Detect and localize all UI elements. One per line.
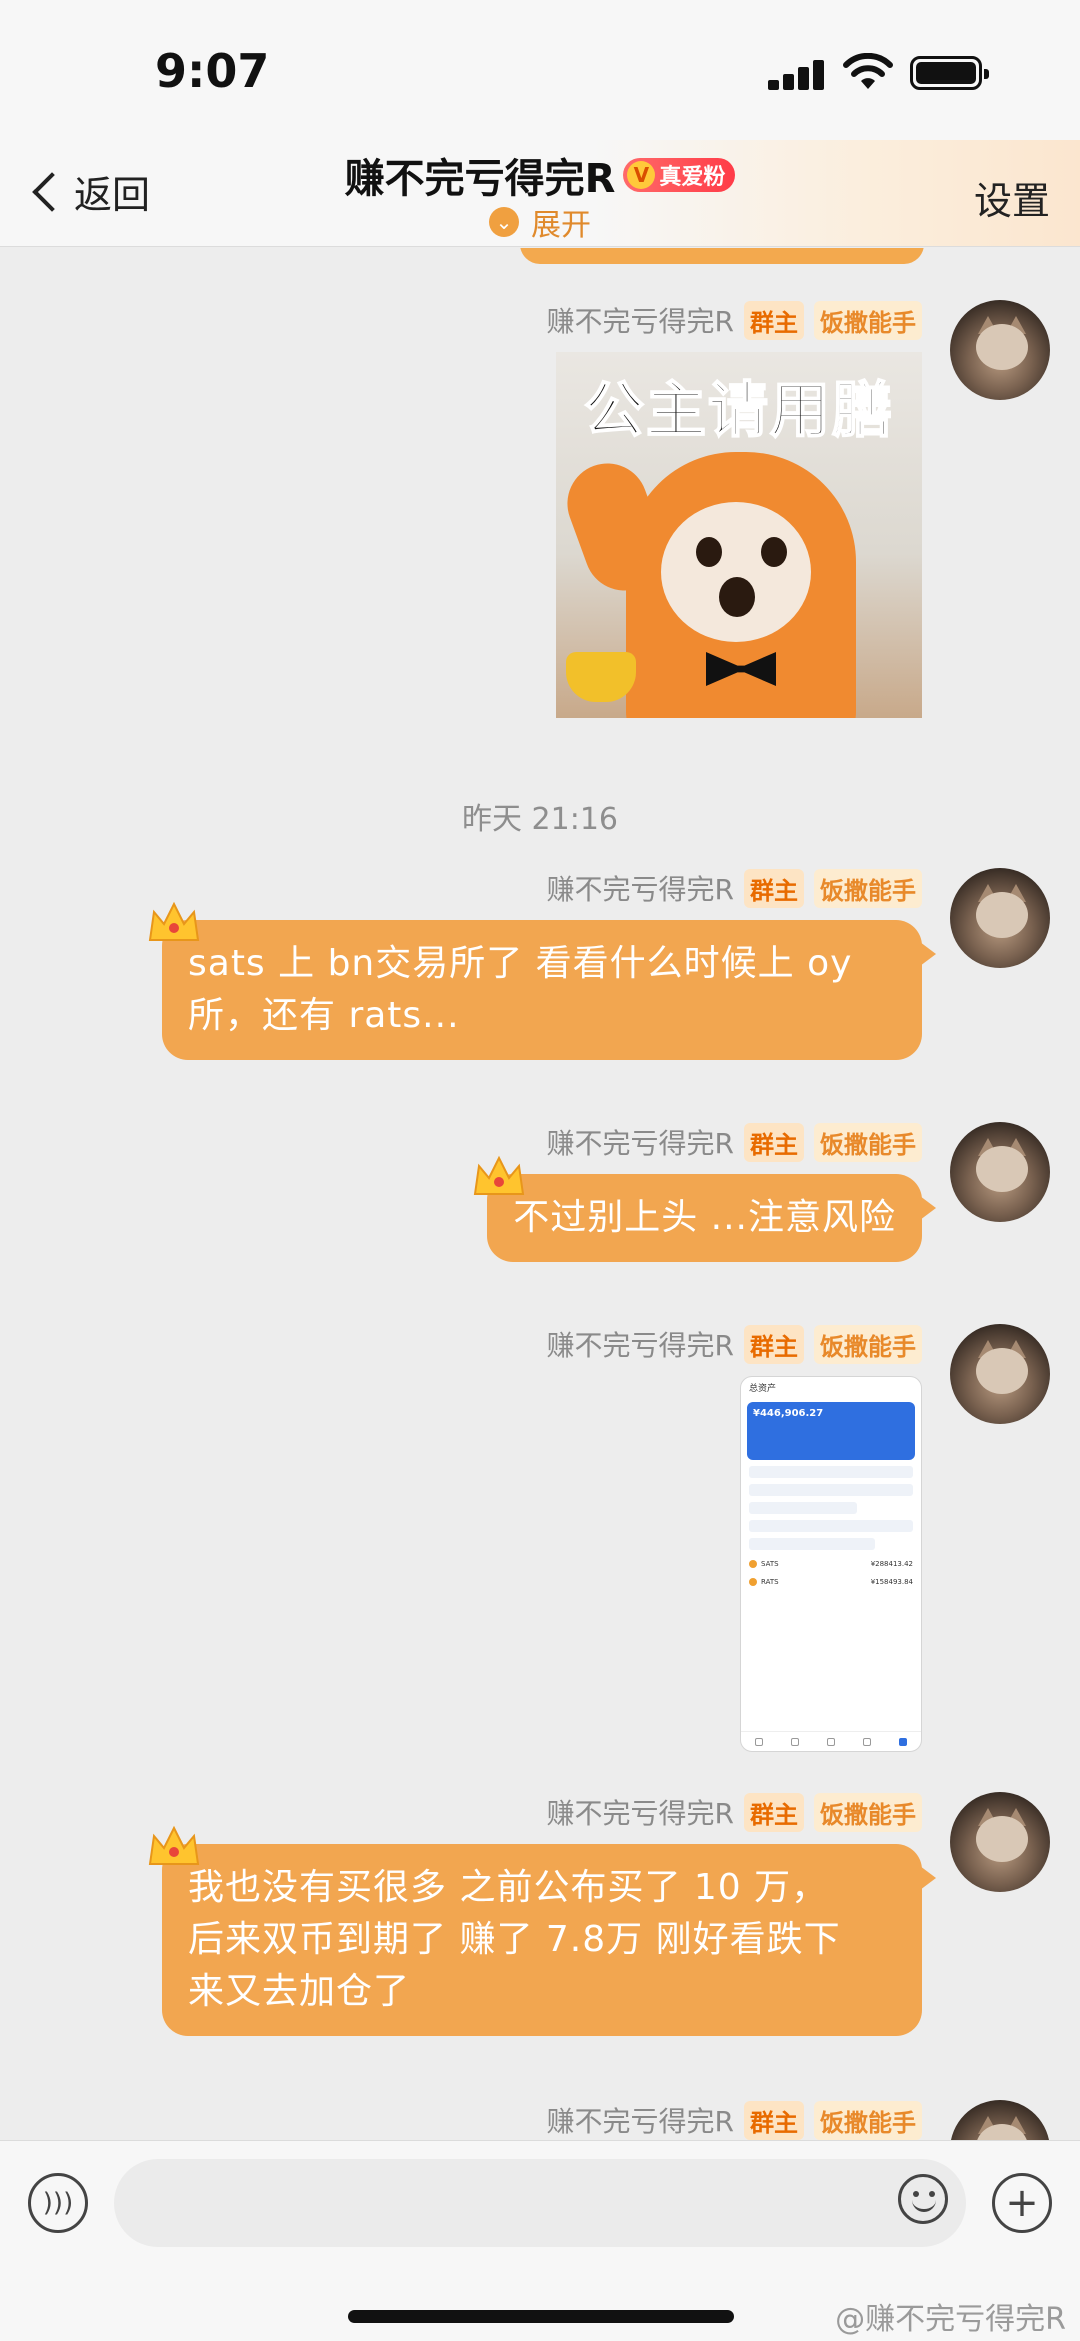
message-bubble[interactable]: 不过别上头 ...注意风险	[474, 1155, 936, 1262]
message-text-line: sats 上 bn交易所了 看看什么时候上 oy	[188, 943, 853, 984]
message-text-line: 所，还有 rats...	[188, 995, 460, 1036]
chevron-down-circle-icon: ⌄	[489, 207, 519, 237]
message-item: 赚不完亏得完R 群主 饭撒能手 总资产 ¥446,906.27 SATS ¥288…	[30, 1324, 1050, 1764]
title-tag: 饭撒能手	[814, 2100, 922, 2140]
avatar[interactable]	[950, 300, 1050, 400]
screenshot-balance: ¥446,906.27	[753, 1408, 824, 1419]
sender-meta: 赚不完亏得完R 群主 饭撒能手	[547, 1792, 922, 1832]
sender-meta: 赚不完亏得完R 群主 饭撒能手	[547, 2100, 922, 2140]
message-item: 赚不完亏得完R 群主 饭撒能手	[30, 2100, 1050, 2140]
sticker-caption: 公主请用膳	[583, 375, 894, 447]
plus-icon[interactable]: +	[992, 2173, 1052, 2233]
title-tag: 饭撒能手	[814, 868, 922, 908]
owner-tag: 群主	[744, 1324, 804, 1364]
sender-name[interactable]: 赚不完亏得完R	[547, 1122, 734, 1162]
owner-tag: 群主	[744, 1122, 804, 1162]
screenshot-image[interactable]: 总资产 ¥446,906.27 SATS ¥288413.42 RATS ¥1584…	[740, 1376, 922, 1752]
message-text-line: 来又去加仓了	[188, 1971, 411, 2012]
watermark: @赚不完亏得完R	[835, 2302, 1066, 2337]
status-time: 9:07	[155, 44, 270, 98]
title-tag: 饭撒能手	[814, 300, 922, 340]
voice-button[interactable]: )))	[28, 2173, 88, 2233]
sender-meta: 赚不完亏得完R 群主 饭撒能手	[547, 300, 922, 340]
message-bubble[interactable]: 我也没有买很多 之前公布买了 10 万， 后来双币到期了 赚了 7.8万 刚好看…	[148, 1825, 936, 2036]
wifi-icon	[843, 53, 893, 89]
message-item: 赚不完亏得完R 群主 饭撒能手 不过别上头 ...注意风险	[30, 1122, 1050, 1262]
title-tag: 饭撒能手	[814, 1122, 922, 1162]
message-text: 不过别上头 ...注意风险	[513, 1197, 896, 1238]
screenshot-coin-row: SATS ¥288413.42	[749, 1560, 913, 1568]
message-bubble[interactable]: sats 上 bn交易所了 看看什么时候上 oy 所，还有 rats...	[148, 901, 936, 1060]
avatar[interactable]	[950, 1324, 1050, 1424]
avatar[interactable]	[950, 1122, 1050, 1222]
sender-meta: 赚不完亏得完R 群主 饭撒能手	[547, 1324, 922, 1364]
fan-badge-icon: V	[627, 161, 656, 189]
expand-button[interactable]: ⌄ 展开	[0, 200, 1080, 244]
title-tag: 饭撒能手	[814, 1324, 922, 1364]
previous-message-bubble[interactable]	[520, 248, 924, 264]
expand-label: 展开	[531, 208, 591, 243]
fan-badge-label: 真爱粉	[659, 165, 726, 190]
message-item: 赚不完亏得完R 群主 饭撒能手 sats 上 bn交易所了 看看什么时候上 oy…	[30, 868, 1050, 1060]
message-timestamp: 昨天 21:16	[462, 802, 618, 837]
emoji-icon[interactable]	[898, 2174, 948, 2224]
home-indicator[interactable]	[348, 2310, 734, 2323]
chat-title: 赚不完亏得完R V 真爱粉	[0, 146, 1080, 204]
crown-icon	[148, 1825, 200, 1865]
message-list[interactable]: 赚不完亏得完R 群主 饭撒能手 公主请用膳 昨天 21:16 赚不完亏得完R 群…	[0, 248, 1080, 2140]
status-bar: 9:07	[0, 0, 1080, 140]
cellular-signal-icon	[768, 60, 826, 90]
message-input[interactable]	[114, 2159, 966, 2247]
message-text-line: 后来双币到期了 赚了 7.8万 刚好看跌下	[188, 1919, 841, 1960]
sender-name[interactable]: 赚不完亏得完R	[547, 2100, 734, 2140]
sender-name[interactable]: 赚不完亏得完R	[547, 1324, 734, 1364]
message-text-line: 我也没有买很多 之前公布买了 10 万，	[188, 1867, 829, 1908]
screenshot-coin-row: RATS ¥158493.84	[749, 1578, 913, 1586]
chat-header: 返回 赚不完亏得完R V 真爱粉 ⌄ 展开 设置	[0, 140, 1080, 247]
sender-name[interactable]: 赚不完亏得完R	[547, 868, 734, 908]
message-item: 赚不完亏得完R 群主 饭撒能手 公主请用膳	[30, 300, 1050, 740]
avatar[interactable]	[950, 868, 1050, 968]
sender-name[interactable]: 赚不完亏得完R	[547, 300, 734, 340]
battery-icon	[910, 56, 989, 90]
fan-badge[interactable]: V 真爱粉	[623, 158, 736, 192]
owner-tag: 群主	[744, 2100, 804, 2140]
screenshot-title: 总资产	[749, 1384, 777, 1394]
owner-tag: 群主	[744, 1792, 804, 1832]
crown-icon	[148, 901, 200, 941]
group-name: 赚不完亏得完R	[344, 156, 616, 202]
screenshot-balance-card: ¥446,906.27	[747, 1402, 915, 1460]
owner-tag: 群主	[744, 868, 804, 908]
voice-icon: )))	[42, 2188, 74, 2218]
sender-meta: 赚不完亏得完R 群主 饭撒能手	[547, 1122, 922, 1162]
title-tag: 饭撒能手	[814, 1792, 922, 1832]
sender-meta: 赚不完亏得完R 群主 饭撒能手	[547, 868, 922, 908]
sender-name[interactable]: 赚不完亏得完R	[547, 1792, 734, 1832]
settings-button[interactable]: 设置	[974, 170, 1050, 225]
owner-tag: 群主	[744, 300, 804, 340]
sticker-image[interactable]: 公主请用膳	[556, 352, 922, 718]
avatar[interactable]	[950, 2100, 1050, 2140]
message-item: 赚不完亏得完R 群主 饭撒能手 我也没有买很多 之前公布买了 10 万， 后来双…	[30, 1792, 1050, 2036]
crown-icon	[474, 1155, 525, 1195]
avatar[interactable]	[950, 1792, 1050, 1892]
